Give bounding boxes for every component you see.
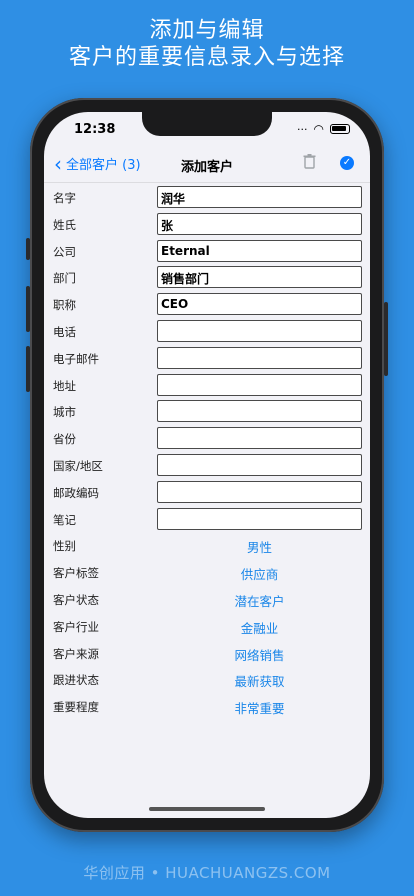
field-row: 邮政编码: [44, 479, 370, 506]
field-label: 公司: [53, 244, 76, 259]
field-row: 电话: [44, 318, 370, 345]
company-input[interactable]: Eternal: [157, 239, 362, 262]
field-label: 城市: [53, 405, 76, 420]
picker-row: 重要程度 非常重要: [44, 693, 370, 720]
field-row: 国家/地区: [44, 452, 370, 479]
country-input[interactable]: [157, 453, 362, 476]
field-row: 省份: [44, 425, 370, 452]
field-row: 部门 销售部门: [44, 264, 370, 291]
trash-icon[interactable]: [303, 154, 316, 173]
first-name-input[interactable]: 润华: [157, 186, 362, 208]
back-button[interactable]: ‹ 全部客户 (3): [54, 151, 141, 176]
picker-label: 客户状态: [53, 592, 99, 607]
customer-status-picker[interactable]: 潜在客户: [157, 591, 362, 610]
field-label: 电话: [53, 324, 76, 339]
field-label: 省份: [53, 432, 76, 447]
phone-volume-down-button: [26, 346, 30, 392]
field-label: 职称: [53, 298, 76, 313]
notes-input[interactable]: [157, 507, 362, 530]
signal-icon: ···: [297, 122, 308, 136]
status-time: 12:38: [74, 122, 116, 137]
email-input[interactable]: [157, 346, 362, 369]
importance-picker[interactable]: 非常重要: [157, 698, 362, 717]
industry-picker[interactable]: 金融业: [157, 618, 362, 637]
picker-label: 客户标签: [53, 566, 99, 581]
picker-label: 客户行业: [53, 619, 99, 634]
field-row: 公司 Eternal: [44, 238, 370, 265]
follow-up-status-picker[interactable]: 最新获取: [157, 671, 362, 690]
phone-volume-up-button: [26, 286, 30, 332]
battery-icon: [330, 124, 350, 134]
field-label: 国家/地区: [53, 458, 103, 473]
picker-row: 客户标签 供应商: [44, 559, 370, 586]
picker-row: 性别 男性: [44, 532, 370, 559]
home-indicator: [149, 807, 265, 811]
province-input[interactable]: [157, 427, 362, 450]
field-label: 名字: [53, 191, 76, 205]
field-label: 邮政编码: [53, 485, 99, 500]
status-icons: ··· ◠: [297, 122, 350, 136]
field-row: 姓氏 张: [44, 211, 370, 238]
picker-label: 性别: [53, 539, 76, 554]
address-input[interactable]: [157, 373, 362, 396]
wifi-icon: ◠: [313, 122, 324, 136]
phone-power-button: [384, 302, 388, 376]
field-row: 职称 CEO: [44, 291, 370, 318]
picker-row: 跟进状态 最新获取: [44, 666, 370, 693]
picker-label: 重要程度: [53, 700, 99, 715]
field-label: 地址: [53, 378, 76, 393]
gender-picker[interactable]: 男性: [157, 537, 362, 556]
source-picker[interactable]: 网络销售: [157, 645, 362, 664]
job-title-input[interactable]: CEO: [157, 293, 362, 316]
app-screen: 12:38 ··· ◠ ‹ 全部客户 (3) 添加客户 ✓ 名字 润华 姓氏 张 公…: [44, 112, 370, 818]
picker-row: 客户来源 网络销售: [44, 640, 370, 667]
postal-code-input[interactable]: [157, 480, 362, 503]
department-input[interactable]: 销售部门: [157, 266, 362, 289]
field-label: 部门: [53, 271, 76, 286]
field-row: 笔记: [44, 506, 370, 533]
field-label: 姓氏: [53, 217, 76, 232]
nav-divider: [44, 182, 370, 183]
footer-watermark: 华创应用 • HUACHUANGZS.COM: [83, 864, 331, 882]
picker-label: 跟进状态: [53, 673, 99, 688]
navigation-bar: ‹ 全部客户 (3) 添加客户 ✓: [44, 152, 370, 182]
form-rows: 名字 润华 姓氏张 公司 Eternal 部门 销售部门 职称 CEO 电话 电子邮件 …: [44, 184, 370, 720]
chevron-left-icon: ‹: [54, 151, 62, 176]
field-row: 名字 润华: [44, 184, 370, 211]
banner-subtitle: 客户的重要信息录入与选择: [68, 45, 345, 70]
picker-row: 客户行业 金融业: [44, 613, 370, 640]
phone-side-button: [26, 238, 30, 260]
banner: 添加与编辑 客户的重要信息录入与选择: [0, 18, 414, 72]
field-label: 笔记: [53, 512, 76, 527]
field-label: 电子邮件: [53, 351, 99, 366]
back-label: 全部客户 (3): [66, 158, 141, 173]
banner-title: 添加与编辑: [149, 18, 265, 43]
field-row: 电子邮件: [44, 345, 370, 372]
field-row: 城市: [44, 398, 370, 425]
customer-tag-picker[interactable]: 供应商: [157, 564, 362, 583]
checkmark-save-icon[interactable]: ✓: [340, 156, 354, 170]
picker-row: 客户状态 潜在客户: [44, 586, 370, 613]
phone-input[interactable]: [157, 319, 362, 342]
last-name-input[interactable]: 张: [157, 212, 362, 235]
city-input[interactable]: [157, 400, 362, 423]
notch: [142, 112, 272, 136]
picker-label: 客户来源: [53, 646, 99, 661]
field-row: 地址: [44, 372, 370, 399]
